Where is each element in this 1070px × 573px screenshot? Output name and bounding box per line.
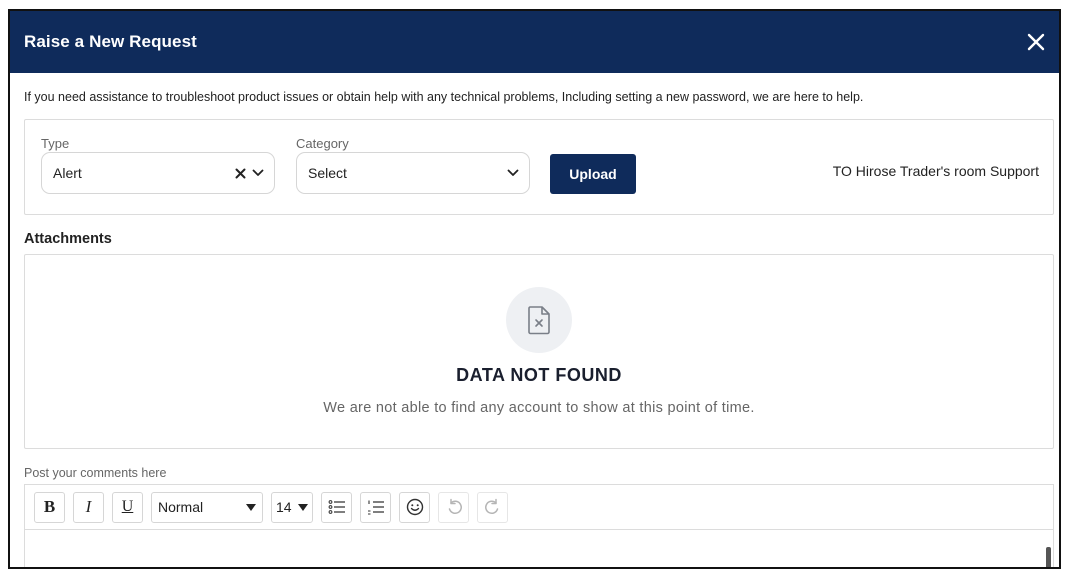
modal-title: Raise a New Request — [24, 32, 197, 51]
redo-button[interactable] — [477, 491, 508, 523]
modal-header: Raise a New Request — [10, 11, 1059, 73]
comments-editor: B I U Normal 14 — [24, 484, 1054, 567]
undo-icon — [448, 498, 462, 514]
comment-text-area[interactable] — [25, 530, 1053, 567]
bold-button[interactable]: B — [34, 491, 65, 523]
empty-state-title: DATA NOT FOUND — [456, 365, 622, 385]
underline-button[interactable]: U — [112, 491, 143, 523]
format-select[interactable]: Normal — [151, 491, 263, 523]
comments-label: Post your comments here — [24, 466, 167, 480]
smiley-icon — [406, 498, 423, 516]
bullet-list-button[interactable] — [321, 491, 352, 523]
category-select[interactable]: Select — [296, 152, 530, 194]
category-label: Category — [296, 136, 349, 151]
font-size-select[interactable]: 14 — [271, 491, 313, 523]
chevron-down-icon — [252, 169, 264, 176]
numbered-list-button[interactable] — [360, 491, 391, 523]
bullet-list-icon — [328, 500, 345, 514]
type-value: Alert — [53, 165, 82, 181]
emoji-button[interactable] — [399, 491, 430, 523]
request-form: Type Alert Category Select Upload TO Hir… — [24, 119, 1054, 215]
type-select[interactable]: Alert — [41, 152, 275, 194]
raise-request-modal: Raise a New Request If you need assistan… — [8, 9, 1061, 569]
close-button[interactable] — [1023, 29, 1049, 55]
category-value: Select — [308, 165, 347, 181]
caret-down-icon — [298, 503, 308, 511]
italic-button[interactable]: I — [73, 491, 104, 523]
file-x-icon — [506, 287, 572, 353]
attachments-title: Attachments — [24, 231, 112, 247]
clear-icon[interactable] — [235, 168, 246, 179]
format-value: Normal — [158, 499, 204, 515]
editor-scrollbar[interactable] — [1046, 547, 1051, 567]
support-text: TO Hirose Trader's room Support — [832, 163, 1039, 179]
upload-button[interactable]: Upload — [550, 154, 636, 194]
close-icon — [1027, 33, 1045, 51]
empty-state-message: We are not able to find any account to s… — [323, 400, 755, 416]
caret-down-icon — [246, 503, 256, 511]
type-label: Type — [41, 136, 70, 151]
undo-button[interactable] — [438, 491, 469, 523]
intro-text: If you need assistance to troubleshoot p… — [24, 90, 864, 104]
attachments-panel: DATA NOT FOUND We are not able to find a… — [24, 254, 1054, 449]
redo-icon — [484, 498, 498, 514]
numbered-list-icon — [367, 500, 384, 515]
font-size-value: 14 — [276, 499, 292, 515]
chevron-down-icon — [507, 169, 519, 176]
editor-toolbar: B I U Normal 14 — [25, 485, 1053, 530]
